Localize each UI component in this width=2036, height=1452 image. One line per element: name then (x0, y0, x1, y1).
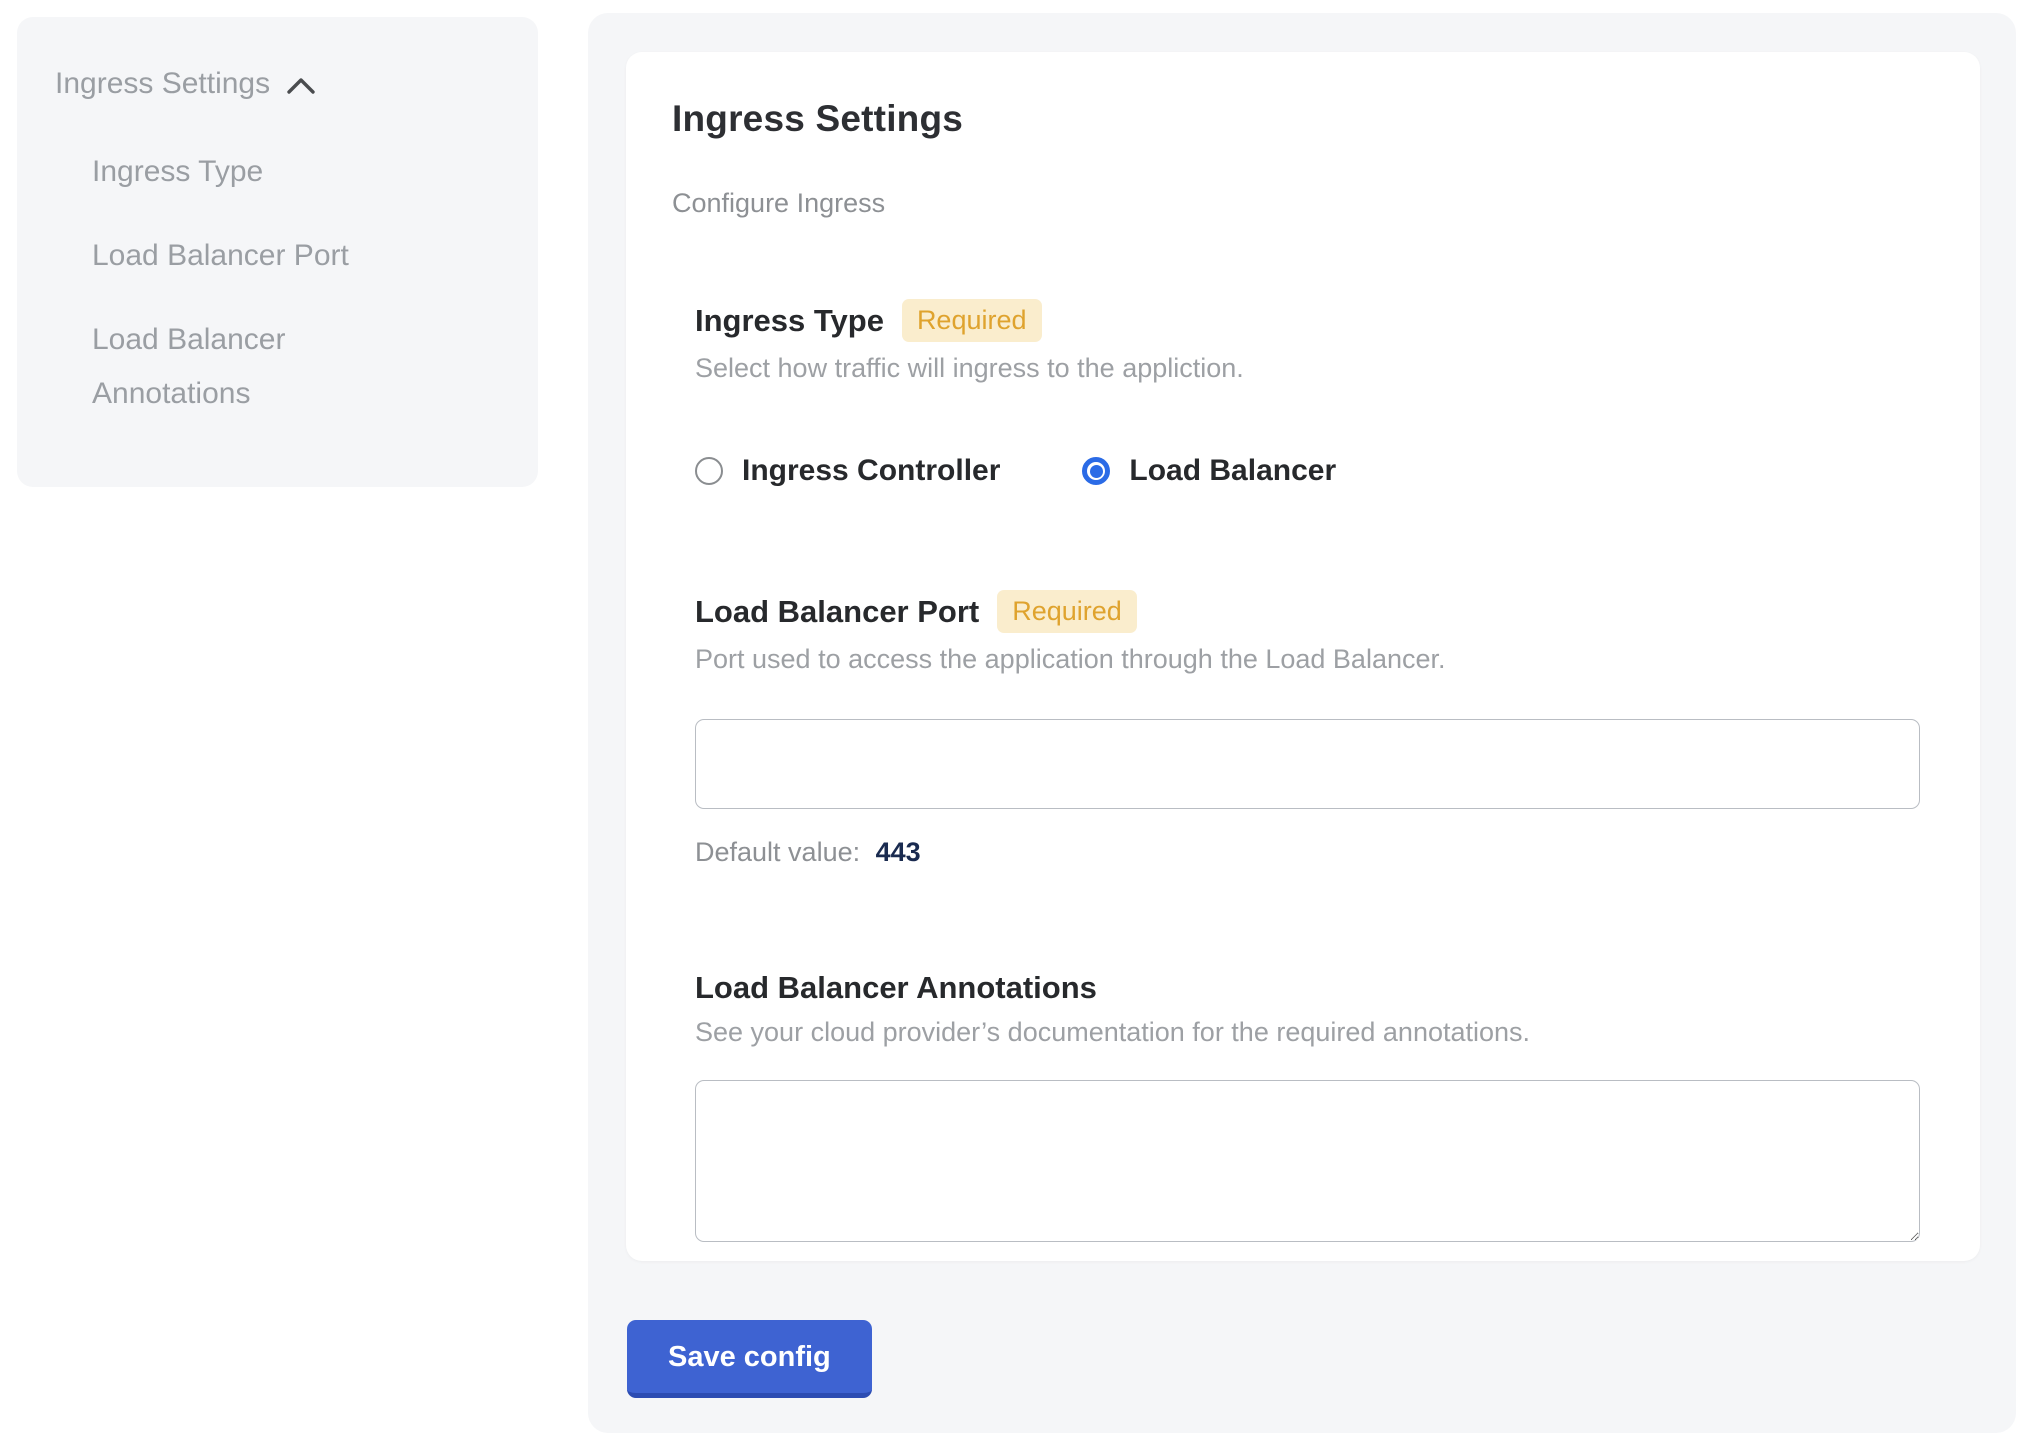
radio-option-ingress-controller[interactable]: Ingress Controller (695, 454, 1000, 488)
default-value-label: Default value: (695, 837, 860, 867)
load-balancer-annotations-textarea[interactable] (695, 1080, 1920, 1242)
main-panel: Ingress Settings Configure Ingress Ingre… (588, 13, 2016, 1433)
radio-unselected-icon (695, 457, 723, 485)
ingress-type-label: Ingress Type (695, 303, 884, 339)
load-balancer-port-description: Port used to access the application thro… (695, 644, 1920, 675)
sidebar-group-ingress-settings[interactable]: Ingress Settings (55, 67, 508, 101)
radio-label: Load Balancer (1129, 454, 1336, 488)
default-value-line: Default value: 443 (695, 837, 1920, 868)
load-balancer-annotations-label: Load Balancer Annotations (695, 970, 1097, 1006)
field-ingress-type: Ingress Type Required Select how traffic… (695, 299, 1920, 488)
load-balancer-port-input[interactable] (695, 719, 1920, 809)
settings-sidebar: Ingress Settings Ingress Type Load Balan… (17, 17, 538, 487)
ingress-type-radio-group: Ingress Controller Load Balancer (695, 454, 1920, 488)
chevron-up-icon[interactable] (286, 75, 316, 97)
radio-dot (1090, 465, 1103, 478)
sidebar-item-load-balancer-annotations[interactable]: Load Balancer Annotations (92, 313, 432, 421)
default-value: 443 (876, 837, 921, 867)
sidebar-list: Ingress Type Load Balancer Port Load Bal… (55, 145, 508, 421)
ingress-type-description: Select how traffic will ingress to the a… (695, 353, 1920, 384)
field-load-balancer-port: Load Balancer Port Required Port used to… (695, 590, 1920, 868)
ingress-settings-card: Ingress Settings Configure Ingress Ingre… (626, 52, 1980, 1261)
sidebar-item-ingress-type[interactable]: Ingress Type (92, 145, 432, 199)
load-balancer-annotations-description: See your cloud provider’s documentation … (695, 1017, 1920, 1048)
page-subtitle: Configure Ingress (672, 188, 1920, 219)
load-balancer-port-label: Load Balancer Port (695, 594, 979, 630)
radio-option-load-balancer[interactable]: Load Balancer (1082, 454, 1336, 488)
required-badge: Required (902, 299, 1042, 342)
radio-selected-icon (1082, 457, 1110, 485)
sidebar-group-label: Ingress Settings (55, 67, 270, 101)
radio-label: Ingress Controller (742, 454, 1000, 488)
save-config-button[interactable]: Save config (627, 1320, 872, 1398)
page-title: Ingress Settings (672, 98, 1920, 140)
sidebar-item-load-balancer-port[interactable]: Load Balancer Port (92, 229, 432, 283)
required-badge: Required (997, 590, 1137, 633)
field-load-balancer-annotations: Load Balancer Annotations See your cloud… (695, 970, 1920, 1247)
ingress-form: Ingress Type Required Select how traffic… (672, 299, 1920, 1247)
